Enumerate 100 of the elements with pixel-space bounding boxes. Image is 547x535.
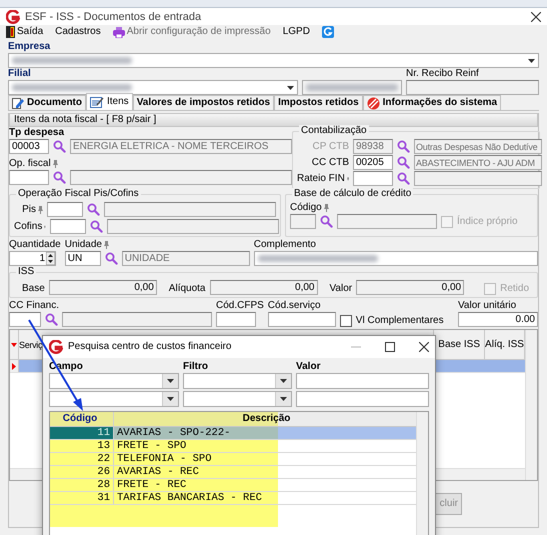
tab[interactable]: Itens (86, 93, 133, 110)
table-row[interactable]: 31 TARIFAS BANCARIAS - REC (50, 492, 416, 505)
tab[interactable]: Informações do sistema (362, 95, 502, 110)
caret-icon (167, 379, 174, 383)
column-header[interactable]: Alíq. ISS (485, 338, 524, 350)
scrollbar[interactable] (416, 412, 428, 535)
table-row[interactable]: 13 FRETE - SPO (50, 440, 416, 453)
input-field[interactable] (216, 312, 256, 327)
input-field[interactable] (296, 391, 429, 407)
spin-arrows-icon[interactable] (46, 252, 55, 265)
menu-item[interactable]: Saída (6, 26, 44, 38)
search-icon[interactable] (53, 140, 66, 153)
striped-circle-icon (366, 96, 380, 110)
menu-item[interactable]: LGPD (282, 26, 310, 38)
description-field[interactable] (104, 202, 276, 217)
table-row[interactable]: 28 FRETE - REC (50, 479, 416, 492)
table-cell: AVARIAS - REC (117, 466, 199, 478)
caret-icon (528, 58, 535, 62)
field-label: Valor unitário (458, 300, 518, 312)
description-field[interactable]: ABASTECIMENTO - AJU ADM (414, 155, 542, 170)
panel-header: Itens da nota fiscal - [ F8 p/sair ] (9, 113, 538, 127)
code-field[interactable] (290, 214, 316, 229)
printer-icon (112, 26, 125, 38)
input-field[interactable]: 0,00 (48, 280, 157, 295)
dropdown[interactable] (49, 391, 179, 407)
code-field[interactable] (9, 312, 41, 327)
field-label: Base (22, 283, 45, 295)
search-icon[interactable] (320, 215, 333, 228)
code-field[interactable] (50, 219, 86, 234)
table-row[interactable]: 26 AVARIAS - REC (50, 466, 416, 479)
code-field[interactable]: UN (64, 251, 101, 266)
company-dropdown[interactable] (8, 53, 539, 68)
code-field[interactable]: 00205 (353, 155, 393, 170)
code-field[interactable]: 00003 (9, 139, 49, 154)
tab[interactable]: Valores de impostos retidos (132, 95, 274, 110)
table-cell: AVARIAS - SPO-222- (117, 427, 230, 439)
dropdown[interactable] (49, 373, 179, 389)
code-field[interactable] (9, 170, 49, 185)
input-field[interactable] (406, 80, 539, 95)
field-label: Cód.CFPS (216, 300, 264, 312)
pin-icon (52, 160, 58, 168)
tab[interactable]: Impostos retidos (274, 95, 363, 110)
table-cell: FRETE - SPO (117, 440, 186, 452)
description-field[interactable] (414, 171, 542, 186)
group-title: Contabilização (299, 125, 369, 137)
maximize-icon[interactable] (385, 342, 395, 352)
column-header[interactable]: Serviç (19, 338, 42, 350)
search-icon[interactable] (104, 252, 118, 265)
column-header[interactable]: Descrição (242, 413, 290, 424)
field-label: Rateio FIN (297, 172, 345, 184)
group-title: Operação Fiscal Pis/Cofins (16, 188, 141, 200)
scrollbar[interactable] (525, 330, 537, 480)
input-field[interactable]: 0.00 (458, 312, 538, 327)
input-field[interactable]: 0,00 (210, 280, 318, 295)
code-field[interactable] (353, 171, 393, 186)
search-icon[interactable] (53, 171, 66, 184)
description-field[interactable] (62, 312, 212, 327)
input-field[interactable] (302, 80, 402, 95)
search-icon[interactable] (90, 220, 103, 233)
field-label: Valor (296, 361, 320, 372)
input-field[interactable] (296, 373, 429, 389)
field-label: Complemento (254, 239, 317, 251)
table-cell: 31 (97, 492, 110, 504)
description-field[interactable] (107, 219, 279, 234)
branch-dropdown[interactable] (8, 80, 298, 95)
caret-icon (167, 397, 174, 401)
description-field[interactable]: UNIDADE (122, 251, 250, 266)
search-icon[interactable] (397, 140, 410, 153)
dialog-title: Pesquisa centro de custos financeiro (68, 341, 232, 353)
quantity-spinner[interactable]: 1 (9, 251, 56, 266)
menu-item[interactable]: Cadastros (55, 26, 101, 38)
menu-icon-button[interactable] (322, 26, 334, 38)
description-field[interactable] (70, 170, 292, 185)
input-field[interactable]: 0,00 (356, 280, 464, 295)
table-row[interactable]: 22 TELEFONIA - SPO (50, 453, 416, 466)
pin-icon (38, 206, 43, 214)
code-field[interactable] (47, 202, 83, 217)
close-icon[interactable] (531, 12, 541, 22)
checkbox[interactable] (340, 315, 352, 327)
column-header[interactable]: Código (62, 413, 98, 424)
field-label: Empresa (8, 41, 52, 53)
caret-icon (280, 379, 287, 383)
tab[interactable]: Documento (8, 95, 86, 110)
caret-icon (280, 397, 287, 401)
search-icon[interactable] (45, 313, 58, 326)
column-header[interactable]: Base ISS (438, 338, 480, 350)
field-label: Alíquota (168, 283, 206, 295)
description-field[interactable]: ENERGIA ELETRICA - NOME TERCEIROS (70, 139, 292, 154)
table-cell: 26 (97, 466, 110, 478)
close-icon[interactable] (419, 342, 429, 352)
field-label: CC CTB (312, 156, 349, 168)
search-icon[interactable] (397, 172, 410, 185)
search-icon[interactable] (397, 156, 410, 169)
input-field[interactable] (268, 312, 336, 327)
description-field[interactable] (337, 214, 437, 229)
field-label: CC Financ. (9, 300, 60, 312)
field-label: Op. fiscal (9, 158, 51, 170)
input-field[interactable] (254, 251, 538, 266)
search-icon[interactable] (87, 203, 100, 216)
checkbox-label: Vl Complementares (356, 315, 444, 327)
